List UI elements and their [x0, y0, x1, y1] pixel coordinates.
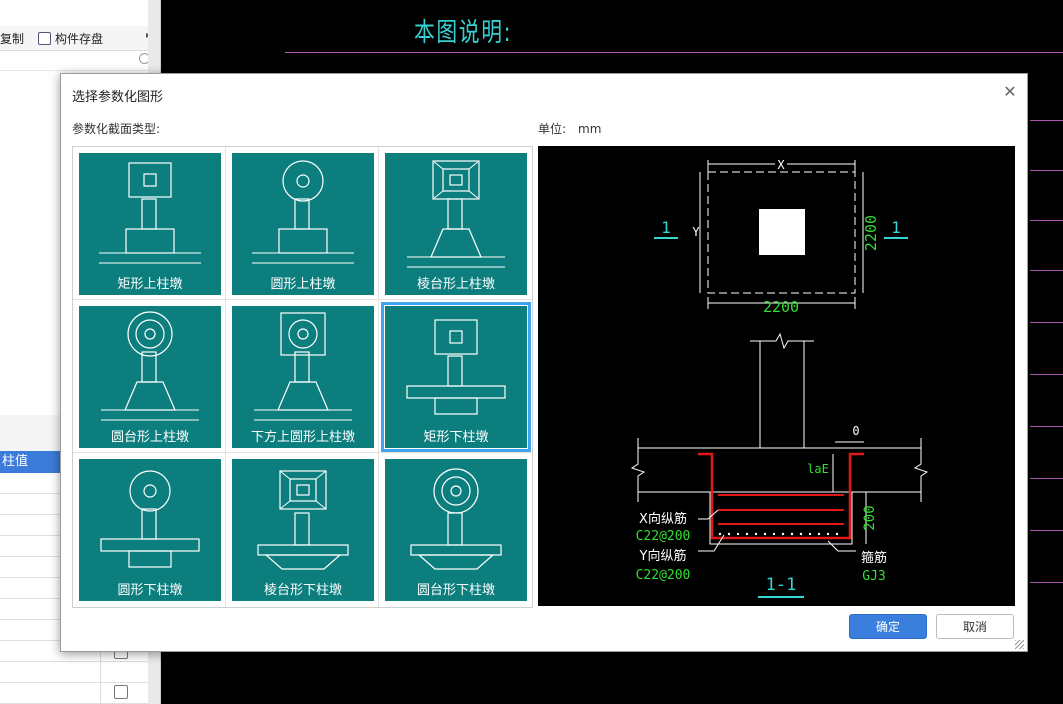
unit-label: 单位: [538, 122, 567, 136]
save-component-label: 构件存盘 [55, 32, 104, 46]
search-row[interactable] [0, 50, 160, 71]
shape-tile-label: 矩形上柱墩 [117, 277, 183, 292]
cad-note-title: 本图说明: [414, 18, 513, 48]
shape-tile-label: 棱台形上柱墩 [416, 277, 495, 292]
grid-checkbox[interactable] [114, 685, 128, 699]
shape-tile-label: 下方上圆形上柱墩 [250, 430, 355, 445]
rebar-dot [781, 532, 785, 536]
shape-tile-label: 圆形上柱墩 [270, 277, 336, 292]
resize-grip[interactable] [1015, 640, 1024, 649]
cad-line [1030, 478, 1063, 479]
y-rebar-spec: C22@200 [636, 568, 691, 583]
x-rebar-spec: C22@200 [636, 529, 691, 544]
dim-y-label: Y [692, 225, 700, 239]
plan-height-label: 2200 [862, 215, 880, 251]
shape-preview: X Y 2200 2200 1 1 0 laE 200 X向纵筋 C22@200 Y向纵筋 C22@20… [538, 146, 1015, 606]
rebar-dot [745, 532, 749, 536]
unit-value: mm [578, 122, 602, 136]
shape-tile[interactable]: 棱台形上柱墩 [385, 153, 527, 295]
pier-outline [709, 491, 853, 545]
rebar-dot [826, 532, 830, 536]
grid-divider [225, 147, 226, 607]
cad-line [1030, 220, 1063, 221]
shape-tile-label: 棱台形下柱墩 [263, 583, 342, 598]
cad-line [1030, 530, 1063, 531]
dim-x-label: X [777, 158, 785, 172]
shape-tile[interactable]: 圆形上柱墩 [232, 153, 374, 295]
leader-line [698, 509, 719, 520]
section-title: 1-1 [766, 575, 797, 595]
section-mark-right: 1 [891, 218, 901, 237]
save-disk-icon [38, 32, 51, 45]
shape-tile-label: 圆形下柱墩 [117, 583, 183, 598]
shape-grid: 矩形上柱墩 圆形上柱墩 棱台形上柱墩圆台形上柱墩 下方上圆形上柱墩 矩形下柱墩圆形下柱墩… [72, 146, 533, 608]
stirrup-spec: GJ3 [862, 569, 885, 584]
cad-line [1030, 120, 1063, 121]
shape-tile[interactable]: 圆形下柱墩 [79, 459, 221, 601]
rebar-dot [835, 532, 839, 536]
unit-row: 单位: mm [538, 120, 601, 137]
section-mark-left: 1 [661, 218, 671, 237]
parametric-shape-dialog: 选择参数化图形 ✕ 参数化截面类型: 单位: mm 矩形上柱墩 圆形上柱墩 棱台形上柱… [60, 73, 1028, 652]
cad-line [1030, 426, 1063, 427]
rebar-dot [754, 532, 758, 536]
dialog-title: 选择参数化图形 [72, 90, 164, 105]
close-icon[interactable]: ✕ [1002, 84, 1018, 100]
shape-tile[interactable]: 圆台形下柱墩 [385, 459, 527, 601]
cancel-button[interactable]: 取消 [936, 614, 1014, 639]
cad-line [1030, 170, 1063, 171]
stirrup-label: 箍筋 [861, 550, 887, 566]
shape-tile-label: 矩形下柱墩 [423, 430, 489, 445]
shape-tile-label: 圆台形上柱墩 [110, 430, 189, 445]
rebar-dot [763, 532, 767, 536]
cad-line [1030, 322, 1063, 323]
save-component-button[interactable]: 构件存盘 [38, 30, 103, 47]
section-type-label: 参数化截面类型: [72, 122, 161, 136]
ok-button[interactable]: 确定 [849, 614, 927, 639]
dim-zero-label: 0 [852, 424, 859, 438]
grid-divider [378, 147, 379, 607]
grid-divider [73, 452, 532, 453]
copy-button[interactable]: 复制 [0, 30, 24, 47]
cad-line [1030, 582, 1063, 583]
shape-tile[interactable]: 棱台形下柱墩 [232, 459, 374, 601]
anchor-length-label: laE [807, 462, 829, 476]
shape-tile[interactable]: 圆台形上柱墩 [79, 306, 221, 448]
depth-label: 200 [862, 505, 878, 530]
rebar-dot [718, 532, 722, 536]
y-rebar-label: Y向纵筋 [639, 548, 687, 564]
grid-divider [73, 299, 532, 300]
x-rebar-label: X向纵筋 [639, 511, 687, 527]
column-section [759, 209, 805, 255]
cad-line [285, 52, 1063, 53]
rebar-dot [817, 532, 821, 536]
cad-line [1030, 374, 1063, 375]
shape-tile-label: 圆台形下柱墩 [416, 583, 495, 598]
rebar-dot [790, 532, 794, 536]
shape-tile[interactable]: 矩形上柱墩 [79, 153, 221, 295]
rebar-dot [808, 532, 812, 536]
toolbar: 复制 构件存盘 ▸▸ [0, 26, 160, 51]
shape-tile[interactable]: 矩形下柱墩 [381, 302, 531, 452]
rebar-dot [727, 532, 731, 536]
rebar-dot [772, 532, 776, 536]
cad-line [1030, 270, 1063, 271]
rebar-dot [736, 532, 740, 536]
rebar-dot [799, 532, 803, 536]
plan-width-label: 2200 [763, 298, 799, 316]
shape-tile[interactable]: 下方上圆形上柱墩 [232, 306, 374, 448]
